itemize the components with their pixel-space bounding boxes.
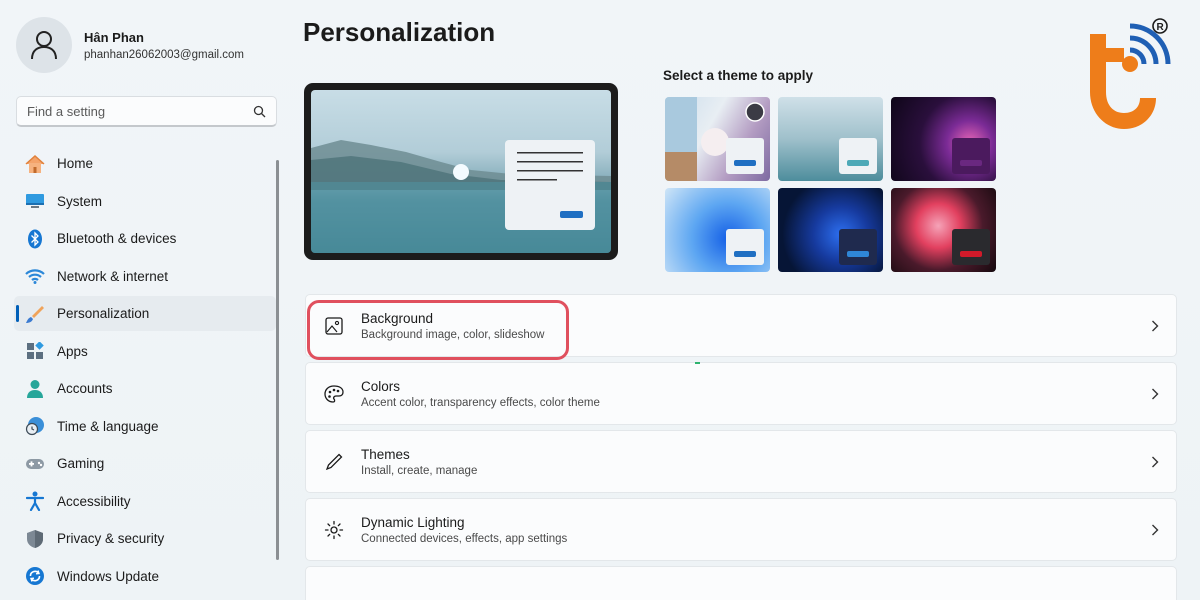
update-icon bbox=[24, 565, 46, 587]
themes-setting[interactable]: Themes Install, create, manage bbox=[305, 430, 1177, 493]
sidebar-item-privacy[interactable]: Privacy & security bbox=[14, 521, 276, 556]
sidebar-item-gaming[interactable]: Gaming bbox=[14, 446, 276, 481]
system-icon bbox=[24, 190, 46, 212]
accessibility-icon bbox=[24, 490, 46, 512]
clock-globe-icon bbox=[24, 415, 46, 437]
theme-tile[interactable] bbox=[665, 188, 770, 272]
search-input[interactable] bbox=[27, 103, 253, 119]
sidebar-item-label: Gaming bbox=[57, 456, 105, 471]
nav-list: Home System Bluetooth & devices Network … bbox=[14, 146, 276, 596]
settings-window: Hân Phan phanhan26062003@gmail.com Home bbox=[0, 0, 1200, 600]
sidebar: Hân Phan phanhan26062003@gmail.com Home bbox=[0, 0, 290, 600]
theme-tile[interactable] bbox=[778, 188, 883, 272]
page-title: Personalization bbox=[303, 17, 496, 47]
avatar bbox=[16, 17, 72, 73]
wifi-icon bbox=[24, 265, 46, 287]
brand-logo-icon: R bbox=[1090, 18, 1171, 129]
brush-icon bbox=[24, 303, 46, 325]
preview-window bbox=[505, 140, 595, 230]
card-subtitle: Connected devices, effects, app settings bbox=[361, 532, 568, 545]
bluetooth-icon bbox=[24, 228, 46, 250]
sidebar-item-label: Personalization bbox=[57, 306, 150, 321]
sidebar-item-accessibility[interactable]: Accessibility bbox=[14, 484, 276, 519]
chevron-right-icon bbox=[1148, 453, 1162, 471]
home-icon bbox=[24, 153, 46, 175]
theme-heading: Select a theme to apply bbox=[663, 68, 814, 83]
person-icon bbox=[31, 31, 57, 60]
desktop-preview bbox=[304, 83, 618, 260]
sidebar-item-time-language[interactable]: Time & language bbox=[14, 409, 276, 444]
sidebar-item-network[interactable]: Network & internet bbox=[14, 259, 276, 294]
sidebar-item-accounts[interactable]: Accounts bbox=[14, 371, 276, 406]
chevron-right-icon bbox=[1148, 317, 1162, 335]
sidebar-scrollbar[interactable] bbox=[276, 160, 279, 560]
theme-tile[interactable] bbox=[891, 188, 996, 272]
card-title: Background bbox=[361, 310, 434, 326]
sidebar-item-label: Privacy & security bbox=[57, 531, 165, 546]
sidebar-item-label: Home bbox=[57, 156, 94, 171]
card-title: Themes bbox=[361, 446, 410, 462]
card-subtitle: Accent color, transparency effects, colo… bbox=[361, 396, 600, 409]
pen-icon bbox=[322, 450, 346, 474]
shield-icon bbox=[24, 528, 46, 550]
profile-email: phanhan26062003@gmail.com bbox=[84, 48, 245, 61]
sidebar-item-label: Windows Update bbox=[57, 568, 160, 584]
card-subtitle: Background image, color, slideshow bbox=[361, 328, 545, 341]
search-icon[interactable] bbox=[253, 105, 266, 118]
card-title: Colors bbox=[361, 378, 401, 394]
sidebar-item-label: Time & language bbox=[57, 418, 159, 434]
palette-icon bbox=[322, 382, 346, 406]
accounts-icon bbox=[24, 378, 46, 400]
card-subtitle: Install, create, manage bbox=[361, 464, 478, 477]
colors-setting[interactable]: Colors Accent color, transparency effect… bbox=[305, 362, 1177, 425]
theme-tile[interactable] bbox=[665, 97, 770, 181]
dynamic-lighting-setting[interactable]: Dynamic Lighting Connected devices, effe… bbox=[305, 498, 1177, 561]
sidebar-item-label: Network & internet bbox=[57, 268, 169, 284]
chevron-right-icon bbox=[1148, 521, 1162, 539]
user-profile[interactable]: Hân Phan phanhan26062003@gmail.com bbox=[16, 17, 244, 73]
main-content: Personalization Select a theme to apply … bbox=[290, 0, 1200, 600]
chevron-right-icon bbox=[1148, 385, 1162, 403]
background-setting[interactable]: Background Background image, color, slid… bbox=[305, 294, 1177, 357]
search-box bbox=[16, 96, 277, 127]
lighting-icon bbox=[322, 518, 346, 542]
sidebar-item-label: System bbox=[57, 193, 103, 209]
sidebar-item-system[interactable]: System bbox=[14, 184, 276, 219]
theme-grid bbox=[665, 97, 997, 272]
next-setting-partial[interactable] bbox=[305, 566, 1177, 600]
sidebar-item-windows-update[interactable]: Windows Update bbox=[14, 559, 276, 594]
sidebar-item-label: Accessibility bbox=[57, 493, 131, 509]
sidebar-item-bluetooth[interactable]: Bluetooth & devices bbox=[14, 221, 276, 256]
cursor-indicator bbox=[695, 362, 700, 364]
sidebar-item-label: Accounts bbox=[57, 381, 113, 396]
profile-name: Hân Phan bbox=[84, 29, 144, 45]
card-title: Dynamic Lighting bbox=[361, 514, 465, 530]
svg-text:R: R bbox=[1157, 22, 1165, 33]
settings-list: Background Background image, color, slid… bbox=[305, 294, 1177, 600]
sidebar-item-personalization[interactable]: Personalization bbox=[14, 296, 276, 331]
sidebar-item-label: Apps bbox=[57, 343, 88, 359]
image-icon bbox=[322, 314, 346, 338]
gamepad-icon bbox=[24, 453, 46, 475]
sidebar-item-label: Bluetooth & devices bbox=[57, 231, 177, 246]
apps-icon bbox=[24, 340, 46, 362]
sidebar-item-apps[interactable]: Apps bbox=[14, 334, 276, 369]
sidebar-item-home[interactable]: Home bbox=[14, 146, 276, 181]
wallpaper-preview bbox=[311, 90, 611, 253]
theme-tile[interactable] bbox=[778, 97, 883, 181]
theme-tile[interactable] bbox=[891, 97, 996, 181]
